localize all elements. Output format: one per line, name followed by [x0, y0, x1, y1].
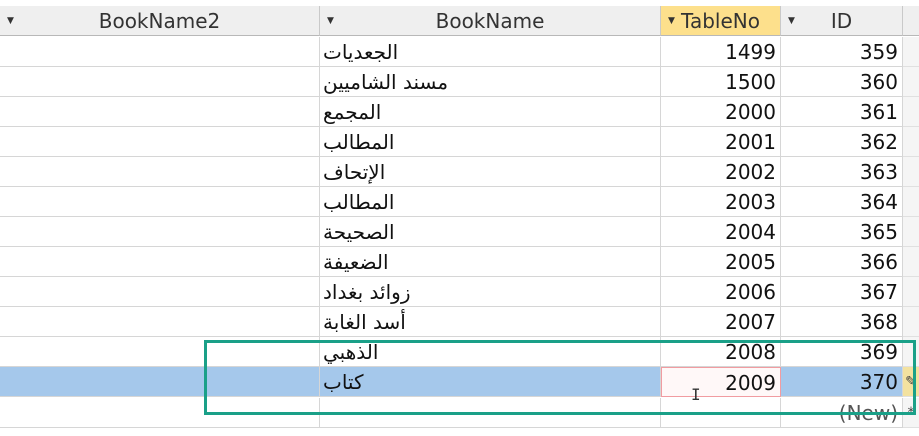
cell-id[interactable]: 368 [781, 307, 903, 337]
cell-bookname2[interactable] [0, 157, 320, 187]
cell-bookname[interactable]: زوائد بغداد [320, 277, 661, 307]
row-selector[interactable] [903, 37, 919, 67]
row-selector[interactable] [903, 247, 919, 277]
row-selector[interactable] [903, 67, 919, 97]
row-selector[interactable] [903, 97, 919, 127]
row-selector[interactable] [903, 157, 919, 187]
dropdown-arrow-icon[interactable]: ▼ [7, 6, 14, 36]
table-row[interactable]: الجعديات 1499 359 [0, 37, 919, 67]
cell-bookname2[interactable] [0, 67, 320, 97]
column-header-tableno[interactable]: ▼ TableNo [661, 6, 781, 36]
cell-tableno[interactable]: 2002 [661, 157, 781, 187]
cell-bookname[interactable]: الصحيحة [320, 217, 661, 247]
cell-id[interactable]: 364 [781, 187, 903, 217]
cell-id[interactable]: 362 [781, 127, 903, 157]
cell-bookname[interactable]: الإتحاف [320, 157, 661, 187]
cell-id[interactable]: 361 [781, 97, 903, 127]
row-selector[interactable] [903, 217, 919, 247]
cell-id[interactable]: 360 [781, 67, 903, 97]
cell-id[interactable]: 359 [781, 37, 903, 67]
cell-bookname[interactable]: المطالب [320, 127, 661, 157]
table-row[interactable]: زوائد بغداد 2006 367 [0, 277, 919, 307]
cell-tableno[interactable]: 2005 [661, 247, 781, 277]
table-row[interactable]: المطالب 2001 362 [0, 127, 919, 157]
row-selector[interactable] [903, 127, 919, 157]
cell-id[interactable]: 363 [781, 157, 903, 187]
dropdown-arrow-icon[interactable]: ▼ [327, 6, 334, 36]
cell-tableno[interactable]: 2000 [661, 97, 781, 127]
table-row[interactable]: المطالب 2003 364 [0, 187, 919, 217]
cell-bookname[interactable]: الضعيفة [320, 247, 661, 277]
cell-tableno[interactable]: 2003 [661, 187, 781, 217]
table-row[interactable]: المجمع 2000 361 [0, 97, 919, 127]
column-header-id[interactable]: ▼ ID [781, 6, 903, 36]
column-header-bookname2[interactable]: ▼ BookName2 [0, 6, 320, 36]
cell-bookname[interactable]: أسد الغابة [320, 307, 661, 337]
cell-id[interactable]: 365 [781, 217, 903, 247]
table-row[interactable]: الصحيحة 2004 365 [0, 217, 919, 247]
cell-bookname2[interactable] [0, 277, 320, 307]
cell-bookname[interactable]: مسند الشاميين [320, 67, 661, 97]
cell-tableno[interactable]: 2001 [661, 127, 781, 157]
dropdown-arrow-icon[interactable]: ▼ [788, 6, 795, 36]
cell-bookname2[interactable] [0, 97, 320, 127]
cell-bookname2[interactable] [0, 187, 320, 217]
cell-id[interactable]: 366 [781, 247, 903, 277]
cell-bookname2[interactable] [0, 217, 320, 247]
cell-bookname[interactable]: الجعديات [320, 37, 661, 67]
cell-bookname2[interactable] [0, 127, 320, 157]
row-selector[interactable] [903, 307, 919, 337]
row-selector[interactable] [903, 187, 919, 217]
row-selector[interactable] [903, 277, 919, 307]
cell-tableno[interactable]: 1500 [661, 67, 781, 97]
cell-id[interactable]: 367 [781, 277, 903, 307]
cell-tableno[interactable]: 2006 [661, 277, 781, 307]
table-row[interactable]: أسد الغابة 2007 368 [0, 307, 919, 337]
column-header-label: BookName [435, 9, 545, 33]
column-header-label: TableNo [681, 9, 760, 33]
dropdown-arrow-icon[interactable]: ▼ [668, 6, 675, 36]
column-header-bookname[interactable]: ▼ BookName [320, 6, 661, 36]
cell-tableno[interactable]: 2007 [661, 307, 781, 337]
text-cursor-icon: I [691, 385, 701, 404]
column-header-label: BookName2 [98, 9, 221, 33]
table-row[interactable]: مسند الشاميين 1500 360 [0, 67, 919, 97]
cell-tableno[interactable]: 1499 [661, 37, 781, 67]
cell-tableno[interactable]: 2004 [661, 217, 781, 247]
cell-bookname2[interactable] [0, 247, 320, 277]
cell-bookname2[interactable] [0, 37, 320, 67]
cell-bookname[interactable]: المطالب [320, 187, 661, 217]
highlight-annotation-box [204, 340, 916, 415]
table-row[interactable]: الضعيفة 2005 366 [0, 247, 919, 277]
column-header-label: ID [830, 9, 853, 33]
table-row[interactable]: الإتحاف 2002 363 [0, 157, 919, 187]
cell-bookname2[interactable] [0, 307, 320, 337]
header-corner [903, 6, 919, 36]
cell-bookname[interactable]: المجمع [320, 97, 661, 127]
